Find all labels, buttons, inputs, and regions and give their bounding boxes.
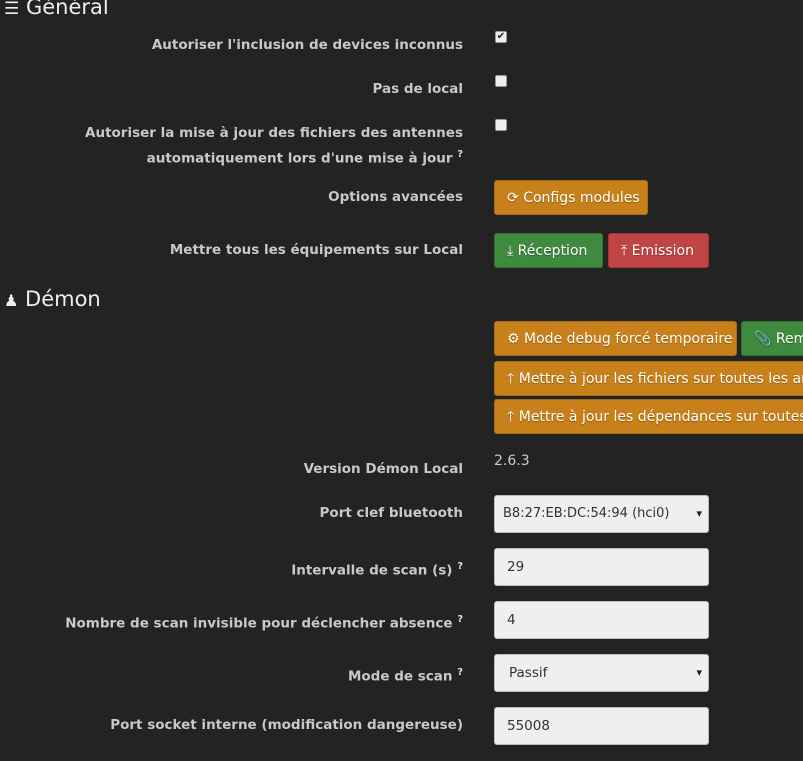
help-icon[interactable]: ? (457, 614, 463, 625)
help-icon[interactable]: ? (457, 561, 463, 572)
checkbox-no-local[interactable] (495, 75, 507, 87)
download-icon: ⤓ (507, 243, 514, 259)
label-port: Port clef bluetooth (319, 505, 463, 521)
port-select[interactable]: B8:27:EB:DC:54:94 (hci0) (494, 495, 709, 533)
remote-button[interactable]: 📎 Remettre (741, 321, 803, 356)
label-version: Version Démon Local (303, 461, 463, 477)
upload-icon: ⤒ (621, 243, 628, 259)
section-title-general: ☰ Général (4, 0, 109, 19)
version-value: 2.6.3 (494, 453, 530, 469)
invisible-input[interactable]: 4 (494, 601, 709, 639)
mode-select[interactable]: Passif (494, 654, 709, 692)
debug-mode-button[interactable]: ⚙ Mode debug forcé temporaire (494, 321, 737, 356)
label-invisible: Nombre de scan invisible pour déclencher… (65, 614, 463, 632)
demon-icon: ♟ (4, 291, 19, 310)
label-advanced: Options avancées (328, 189, 463, 205)
label-all-local: Mettre tous les équipements sur Local (169, 242, 463, 258)
update-deps-button[interactable]: 🡑 Mettre à jour les dépendances sur tout… (494, 399, 803, 434)
socket-input[interactable]: 55008 (494, 707, 709, 745)
update-files-button[interactable]: 🡑 Mettre à jour les fichiers sur toutes … (494, 361, 803, 396)
label-no-local: Pas de local (372, 81, 463, 97)
label-socket: Port socket interne (modification danger… (110, 717, 463, 733)
emission-button[interactable]: ⤒ Emission (608, 233, 709, 268)
reception-button[interactable]: ⤓ Réception (494, 233, 603, 268)
arrow-up-icon: 🡑 (507, 371, 515, 387)
section-title-demon: ♟ Démon (4, 287, 101, 311)
help-icon[interactable]: ? (457, 149, 463, 160)
label-interval: Intervalle de scan (s) ? (291, 561, 463, 579)
help-icon[interactable]: ? (457, 667, 463, 678)
checkbox-unknown-devices[interactable]: ✔ (495, 31, 507, 43)
refresh-icon: ⟳ (507, 190, 519, 206)
interval-input[interactable]: 29 (494, 548, 709, 586)
label-mode: Mode de scan ? (347, 667, 463, 685)
paperclip-icon: 📎 (754, 331, 772, 347)
configs-modules-button[interactable]: ⟳ Configs modules (494, 180, 648, 215)
arrow-up-icon: 🡑 (507, 409, 515, 425)
checkbox-auto-update[interactable] (495, 119, 507, 131)
list-icon: ☰ (4, 0, 20, 19)
gears-icon: ⚙ (507, 331, 520, 347)
label-auto-update: Autoriser la mise à jour des fichiers de… (85, 125, 463, 167)
label-unknown-devices: Autoriser l'inclusion de devices inconnu… (151, 37, 463, 53)
